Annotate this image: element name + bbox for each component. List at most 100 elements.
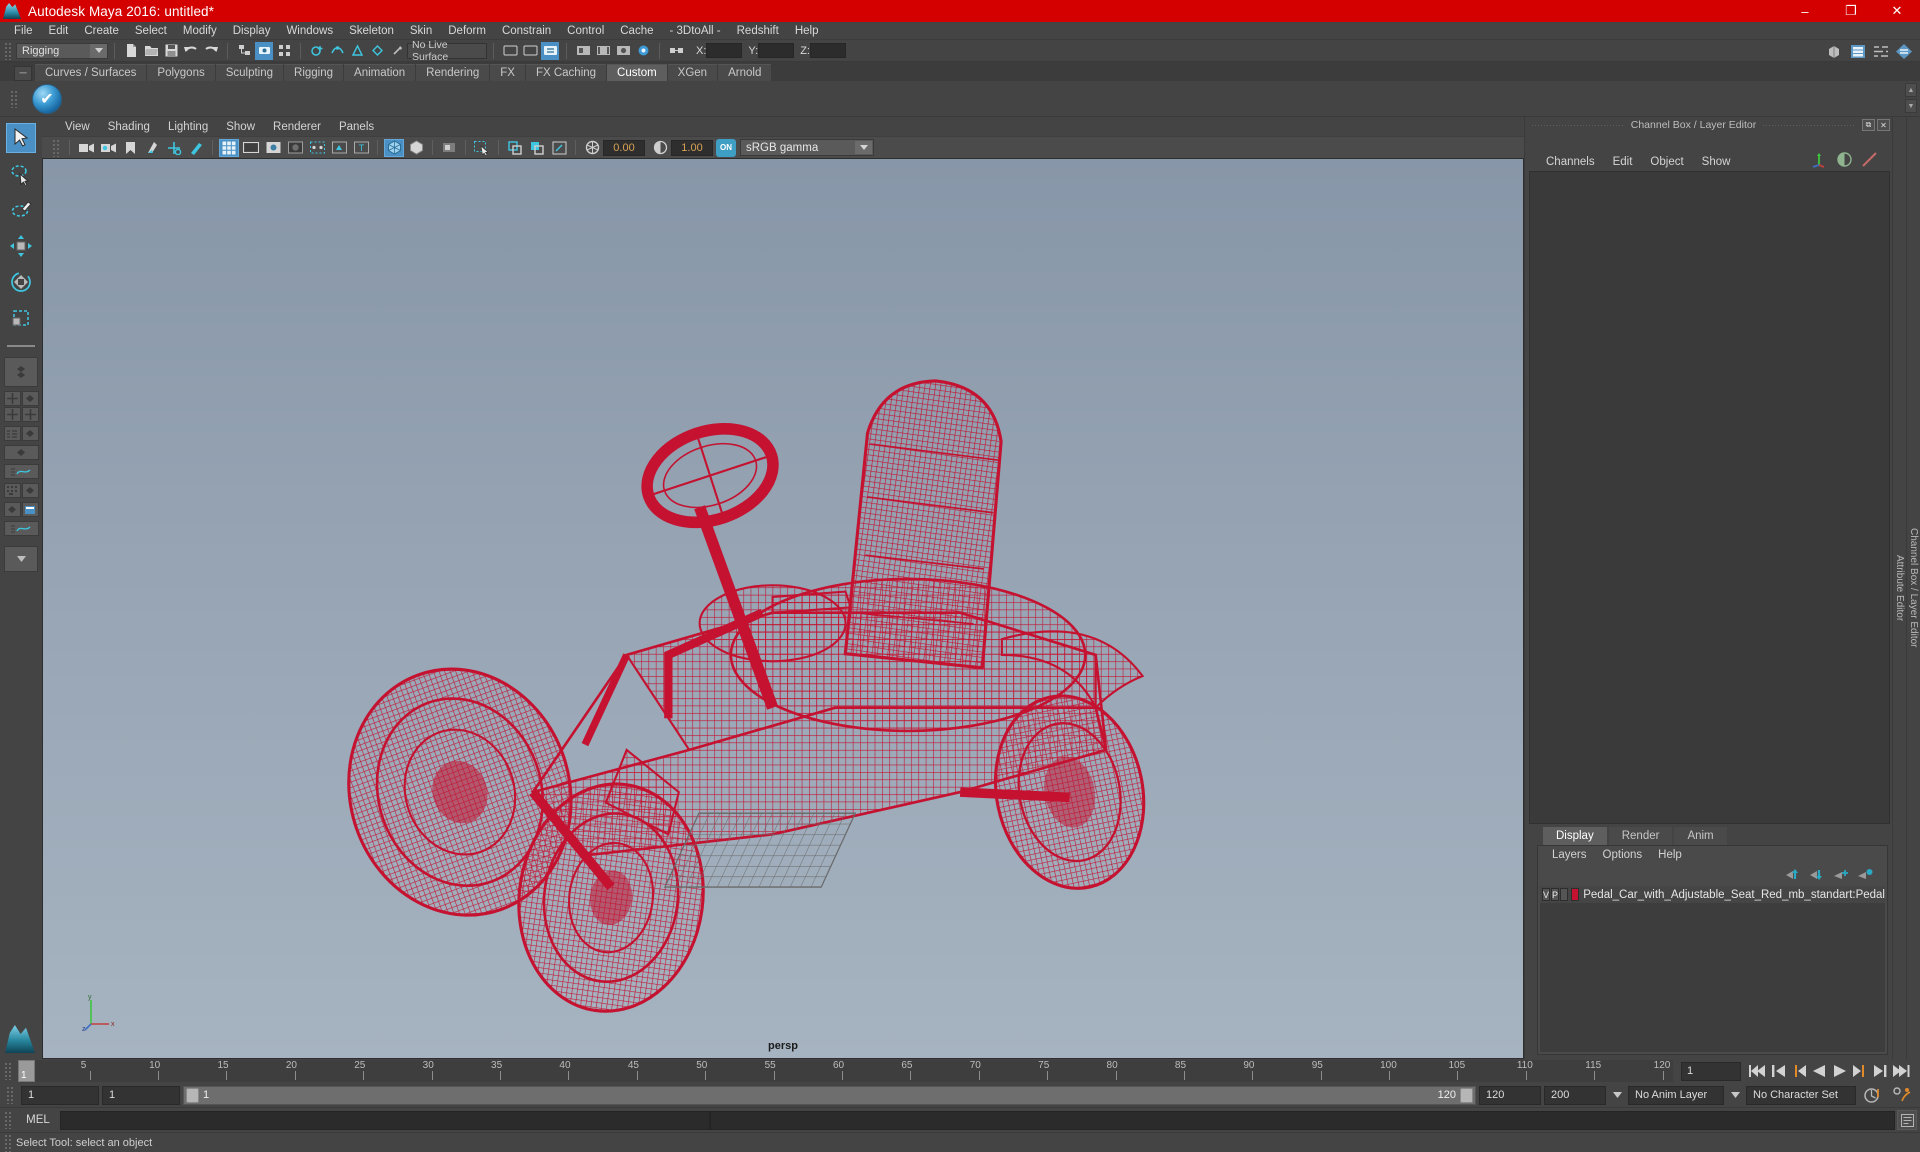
exposure-icon[interactable] xyxy=(582,139,602,157)
menu-skin[interactable]: Skin xyxy=(402,22,440,40)
menu-cache[interactable]: Cache xyxy=(612,22,661,40)
live-surface-field[interactable]: No Live Surface xyxy=(407,39,487,63)
layer-color-swatch[interactable] xyxy=(1570,888,1580,901)
menu-skeleton[interactable]: Skeleton xyxy=(341,22,402,40)
texture-toggle-icon[interactable]: T xyxy=(351,139,371,157)
ipr-render-icon[interactable] xyxy=(574,42,592,60)
snap-to-grid-icon[interactable] xyxy=(308,42,326,60)
new-scene-icon[interactable] xyxy=(122,42,140,60)
character-set-field[interactable]: No Character Set xyxy=(1746,1085,1856,1105)
chevron-down-icon[interactable] xyxy=(855,141,872,154)
hypergraph-layout[interactable] xyxy=(3,483,21,498)
select-by-hierarchy-icon[interactable] xyxy=(235,42,253,60)
play-backwards-icon[interactable] xyxy=(1812,1064,1827,1078)
menu-3dtoall[interactable]: - 3DtoAll - xyxy=(662,22,729,40)
select-camera-icon[interactable] xyxy=(76,139,96,157)
layer-tab-display[interactable]: Display xyxy=(1543,827,1607,845)
viewport-3d-canvas[interactable]: y x z persp xyxy=(42,158,1524,1059)
move-tool[interactable] xyxy=(6,231,36,261)
viewport-menu-lighting[interactable]: Lighting xyxy=(159,121,217,133)
persp-render-view-layout[interactable] xyxy=(21,502,39,517)
color-profile-selector[interactable]: sRGB gamma xyxy=(740,139,874,156)
wireframe-on-shaded-icon[interactable] xyxy=(384,138,404,157)
single-perspective-layout[interactable] xyxy=(4,357,38,387)
chevron-down-icon[interactable] xyxy=(1727,1086,1743,1105)
channel-menu-show[interactable]: Show xyxy=(1693,156,1740,168)
shelf-tab-custom[interactable]: Custom xyxy=(607,64,667,81)
shelf-tab-xgen[interactable]: XGen xyxy=(667,64,718,81)
layer-reference-toggle[interactable] xyxy=(1560,888,1568,901)
shelf-scroll-up-icon[interactable]: ▲ xyxy=(1905,83,1917,97)
make-live-icon[interactable] xyxy=(388,42,406,60)
select-region-icon[interactable] xyxy=(549,139,569,157)
shelf-menu-icon[interactable]: ─ xyxy=(14,66,32,81)
show-hide-panel-icon[interactable] xyxy=(501,42,519,60)
graph-editor-layout[interactable] xyxy=(3,464,39,479)
shelf-tab-rendering[interactable]: Rendering xyxy=(416,64,490,81)
status-bar-grip[interactable] xyxy=(4,1133,13,1152)
range-end-handle[interactable] xyxy=(1460,1087,1473,1103)
viewport-menu-view[interactable]: View xyxy=(56,121,99,133)
render-sequence-icon[interactable] xyxy=(594,42,612,60)
modeling-toolkit-icon[interactable] xyxy=(1826,42,1844,60)
range-slider-grip[interactable] xyxy=(6,1086,15,1104)
menu-modify[interactable]: Modify xyxy=(175,22,225,40)
new-layer-icon[interactable] xyxy=(1834,868,1849,881)
viewport-menu-renderer[interactable]: Renderer xyxy=(264,121,330,133)
layer-visibility-toggle[interactable]: V xyxy=(1542,888,1551,901)
anim-start-field[interactable]: 1 xyxy=(21,1085,99,1105)
persp-shaded-layout[interactable] xyxy=(21,391,39,406)
shelf-tab-sculpting[interactable]: Sculpting xyxy=(215,64,284,81)
checkmark-blue-icon[interactable] xyxy=(32,83,62,114)
channel-box-content[interactable] xyxy=(1529,171,1890,824)
scale-tool[interactable] xyxy=(6,303,36,333)
shelf-grip[interactable] xyxy=(10,89,19,108)
hypershade-persp-layout[interactable] xyxy=(3,445,39,460)
close-button[interactable]: ✕ xyxy=(1874,0,1920,22)
time-cursor[interactable]: 1 xyxy=(18,1060,35,1082)
viewport-menu-shading[interactable]: Shading xyxy=(99,121,159,133)
anim-layer-field[interactable]: No Anim Layer xyxy=(1628,1085,1724,1105)
persp-side-layout[interactable] xyxy=(21,483,39,498)
oil-paint-icon[interactable] xyxy=(186,139,206,157)
layer-menu-help[interactable]: Help xyxy=(1650,849,1690,861)
xray-joints-icon[interactable] xyxy=(307,139,327,157)
drag-dots[interactable] xyxy=(1531,124,1625,126)
snap-to-curve-icon[interactable] xyxy=(328,42,346,60)
chevron-down-icon[interactable] xyxy=(90,43,107,58)
lasso-select-tool[interactable] xyxy=(6,159,36,189)
menu-constrain[interactable]: Constrain xyxy=(494,22,559,40)
grid-toggle-icon[interactable] xyxy=(219,138,239,157)
channel-box-layer-editor-tab[interactable]: Channel Box / Layer Editor xyxy=(1906,117,1920,1059)
channel-menu-edit[interactable]: Edit xyxy=(1604,156,1642,168)
y-field[interactable] xyxy=(758,43,795,58)
anim-end-field[interactable]: 200 xyxy=(1544,1085,1606,1105)
image-plane-icon[interactable] xyxy=(142,139,162,157)
move-layer-up-icon[interactable] xyxy=(1786,868,1801,881)
persp-graph-layout[interactable] xyxy=(3,521,39,536)
range-bar[interactable]: 1 120 xyxy=(183,1085,1476,1105)
shelf-tab-fx[interactable]: FX xyxy=(490,64,525,81)
exposure-field[interactable]: 0.00 xyxy=(603,139,645,156)
step-forward-frame-icon[interactable] xyxy=(1872,1064,1887,1078)
current-frame-field[interactable]: 1 xyxy=(1681,1061,1741,1081)
two-d-pan-zoom-icon[interactable] xyxy=(164,139,184,157)
channel-box-icon[interactable] xyxy=(1895,42,1913,60)
open-scene-icon[interactable] xyxy=(142,42,160,60)
toolbar-grip[interactable] xyxy=(4,41,13,60)
snap-object-icon[interactable] xyxy=(505,139,525,157)
menu-select[interactable]: Select xyxy=(127,22,175,40)
hypershade-icon[interactable] xyxy=(634,42,652,60)
shelf-tab-rigging[interactable]: Rigging xyxy=(284,64,344,81)
animation-preferences-icon[interactable] xyxy=(1888,1086,1914,1104)
snap-object2-icon[interactable] xyxy=(527,139,547,157)
time-slider[interactable]: 1 5 10 15 20 25 30 35 40 45 50 55 60 65 70 75 80 85 90 95 1… xyxy=(18,1060,1673,1082)
close-panel-icon[interactable]: ✕ xyxy=(1877,119,1890,131)
attribute-editor-icon[interactable] xyxy=(1849,42,1867,60)
two-pane-layout[interactable] xyxy=(3,407,21,422)
move-layer-down-icon[interactable] xyxy=(1810,868,1825,881)
menu-file[interactable]: File xyxy=(6,22,41,40)
transform-channels-icon[interactable] xyxy=(1811,151,1828,168)
shelf-tab-curves-surfaces[interactable]: Curves / Surfaces xyxy=(35,64,147,81)
viewport-menu-panels[interactable]: Panels xyxy=(330,121,383,133)
